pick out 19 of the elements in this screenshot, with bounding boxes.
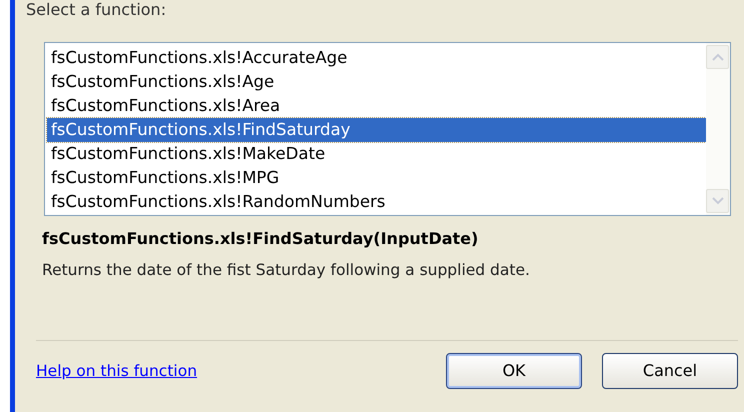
list-label: Select a function:: [26, 1, 166, 19]
function-item[interactable]: fsCustomFunctions.xls!AccurateAge: [47, 46, 706, 70]
function-item[interactable]: fsCustomFunctions.xls!Age: [47, 70, 706, 94]
function-item[interactable]: fsCustomFunctions.xls!FindSaturday: [47, 118, 706, 142]
chevron-down-icon: [712, 197, 724, 205]
function-item[interactable]: fsCustomFunctions.xls!RandomNumbers: [47, 190, 706, 214]
function-signature: fsCustomFunctions.xls!FindSaturday(InputDate): [42, 228, 478, 250]
dialog-button[interactable]: Cancel: [602, 353, 738, 390]
scroll-down-button[interactable]: [706, 189, 729, 213]
chevron-up-icon: [712, 53, 724, 61]
function-item[interactable]: fsCustomFunctions.xls!MPG: [47, 166, 706, 190]
scrollbar[interactable]: [706, 43, 730, 215]
function-item[interactable]: fsCustomFunctions.xls!Area: [47, 94, 706, 118]
function-description: Returns the date of the fist Saturday following a supplied date.: [42, 260, 530, 281]
dialog-button[interactable]: OK: [446, 353, 582, 390]
scroll-up-button[interactable]: [706, 45, 729, 69]
help-link[interactable]: Help on this function: [36, 360, 198, 383]
function-list[interactable]: [44, 42, 731, 216]
function-item[interactable]: fsCustomFunctions.xls!MakeDate: [47, 142, 706, 166]
